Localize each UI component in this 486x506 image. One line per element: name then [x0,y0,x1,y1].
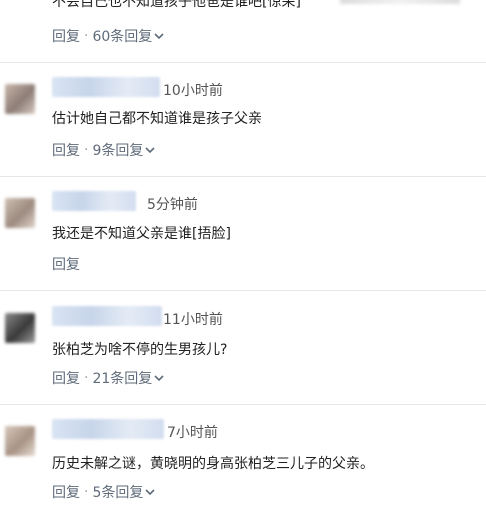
blurred-region [340,0,460,4]
reply-button[interactable]: 回复 [52,140,80,160]
comment-time: 11小时前 [163,312,223,328]
comment-text: 历史未解之谜，黄晓明的身高张柏芝三儿子的父亲。 [52,456,374,472]
username-blurred[interactable] [52,191,136,211]
chevron-down-icon[interactable] [145,487,155,497]
comment-item: 10小时前 估计她自己都不知道谁是孩子父亲 回复 · 9条回复 [0,63,486,176]
comment-item: 不会自己也不知道孩子他爸是谁吧[惊呆] 回复 · 60条回复 [0,0,486,62]
comment-text: 张柏芝为啥不停的生男孩儿? [52,342,228,358]
reply-button[interactable]: 回复 [52,482,80,502]
comment-text: 估计她自己都不知道谁是孩子父亲 [52,111,262,127]
reply-count-link[interactable]: 60条回复 [92,26,152,46]
separator-dot: · [84,142,89,158]
avatar[interactable] [5,198,35,228]
comment-actions: 回复 · 9条回复 [52,140,155,160]
comment-text: 我还是不知道父亲是谁[捂脸] [52,226,231,242]
username-blurred[interactable] [52,306,162,326]
chevron-down-icon[interactable] [154,373,164,383]
reply-count-link[interactable]: 21条回复 [92,368,152,388]
username-blurred[interactable] [52,419,164,439]
avatar[interactable] [5,313,35,343]
avatar[interactable] [5,84,35,114]
comment-actions: 回复 · 60条回复 [52,26,164,46]
comment-time: 5分钟前 [147,197,198,213]
reply-button[interactable]: 回复 [52,254,80,274]
reply-count-link[interactable]: 9条回复 [92,140,143,160]
comment-text: 不会自己也不知道孩子他爸是谁吧[惊呆] [52,0,301,10]
reply-button[interactable]: 回复 [52,26,80,46]
comment-time: 7小时前 [167,425,218,441]
chevron-down-icon[interactable] [154,31,164,41]
reply-count-link[interactable]: 5条回复 [92,482,143,502]
comment-item: 5分钟前 我还是不知道父亲是谁[捂脸] 回复 [0,177,486,290]
comment-time: 10小时前 [163,83,223,99]
comment-item: 7小时前 历史未解之谜，黄晓明的身高张柏芝三儿子的父亲。 回复 · 5条回复 [0,405,486,506]
chevron-down-icon[interactable] [145,145,155,155]
comment-item: 11小时前 张柏芝为啥不停的生男孩儿? 回复 · 21条回复 [0,291,486,404]
comment-actions: 回复 · 5条回复 [52,482,155,502]
reply-button[interactable]: 回复 [52,368,80,388]
avatar[interactable] [5,426,35,456]
separator-dot: · [84,370,89,386]
separator-dot: · [84,28,89,44]
comment-actions: 回复 · 21条回复 [52,368,164,388]
comment-actions: 回复 [52,254,80,274]
username-blurred[interactable] [52,77,160,97]
separator-dot: · [84,484,89,500]
